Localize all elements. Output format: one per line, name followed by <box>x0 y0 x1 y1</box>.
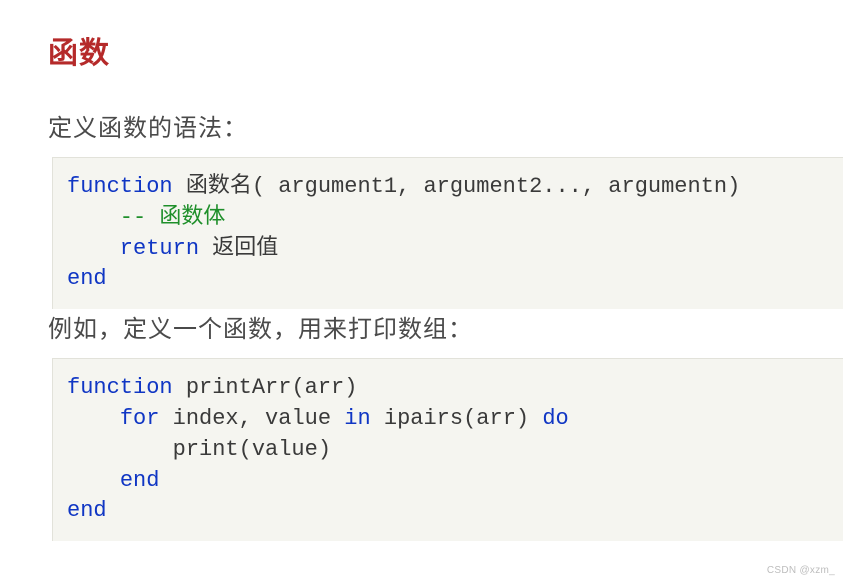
code-keyword: end <box>67 266 107 291</box>
code-comment: -- 函数体 <box>67 205 225 230</box>
code-keyword: end <box>120 468 160 493</box>
code-block-example: function printArr(arr) for index, value … <box>52 358 843 541</box>
code-block-syntax: function 函数名( argument1, argument2..., a… <box>52 157 843 309</box>
code-keyword: do <box>542 406 568 431</box>
intro-text-syntax: 定义函数的语法： <box>48 108 843 143</box>
code-text: ipairs(arr) <box>371 406 543 431</box>
code-text: 函数名( argument1, argument2..., argumentn) <box>173 174 741 199</box>
code-text <box>67 468 120 493</box>
intro-text-example: 例如，定义一个函数，用来打印数组： <box>48 309 843 344</box>
code-keyword: for <box>120 406 160 431</box>
code-keyword: in <box>344 406 370 431</box>
page-title: 函数 <box>48 28 843 72</box>
code-text <box>67 406 120 431</box>
code-keyword: function <box>67 174 173 199</box>
code-text: index, value <box>159 406 344 431</box>
code-keyword: function <box>67 375 173 400</box>
code-text: print(value) <box>67 437 331 462</box>
code-text: 返回值 <box>199 236 278 261</box>
code-keyword: end <box>67 498 107 523</box>
code-text: printArr(arr) <box>173 375 358 400</box>
code-keyword: return <box>67 236 199 261</box>
watermark: CSDN @xzm_ <box>767 565 835 576</box>
